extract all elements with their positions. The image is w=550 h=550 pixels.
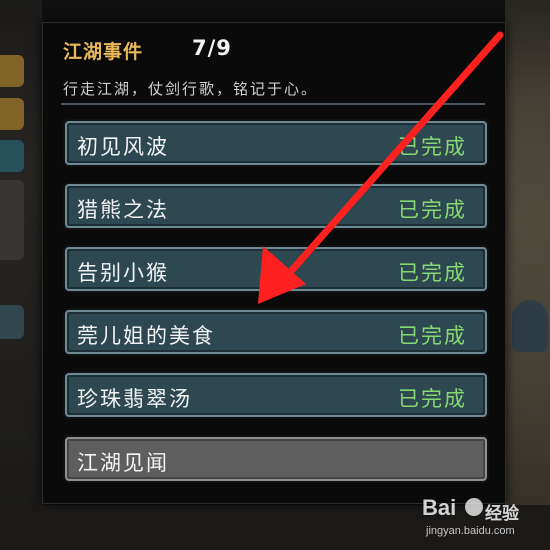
event-status: 已完成	[398, 135, 467, 159]
watermark-url: jingyan.baidu.com	[426, 525, 515, 537]
event-status: 已完成	[398, 198, 467, 222]
watermark-logo: Bai	[422, 495, 457, 520]
header-divider	[61, 103, 485, 105]
event-name: 莞儿姐的美食	[77, 324, 215, 348]
event-item-4[interactable]: 莞儿姐的美食 已完成	[65, 310, 487, 354]
panel-subtitle: 行走江湖，仗剑行歌，铭记于心。	[63, 80, 319, 98]
paw-icon	[465, 498, 483, 516]
event-name: 江湖见闻	[77, 451, 169, 475]
event-item-2[interactable]: 猎熊之法 已完成	[65, 184, 487, 228]
event-status: 已完成	[398, 387, 467, 411]
event-name: 珍珠翡翠汤	[77, 387, 192, 411]
event-name: 初见风波	[77, 135, 169, 159]
event-item-3[interactable]: 告别小猴 已完成	[65, 247, 487, 291]
event-status: 已完成	[398, 324, 467, 348]
event-item-1[interactable]: 初见风波 已完成	[65, 121, 487, 165]
event-item-5[interactable]: 珍珠翡翠汤 已完成	[65, 373, 487, 417]
panel-title: 江湖事件	[63, 41, 144, 63]
progress-count: 7/9	[192, 36, 232, 60]
event-item-6[interactable]: 江湖见闻	[65, 437, 487, 481]
event-name: 告别小猴	[77, 261, 169, 285]
panel-header: 江湖事件 7/9	[61, 36, 495, 67]
watermark-brand: 经验	[485, 504, 519, 523]
event-status: 已完成	[398, 261, 467, 285]
jianghu-events-panel: 江湖事件 7/9 行走江湖，仗剑行歌，铭记于心。 初见风波 已完成 猎熊之法 已…	[42, 22, 506, 504]
baidu-jingyan-watermark: Bai 经验 jingyan.baidu.com	[420, 495, 548, 545]
event-name: 猎熊之法	[77, 198, 169, 222]
